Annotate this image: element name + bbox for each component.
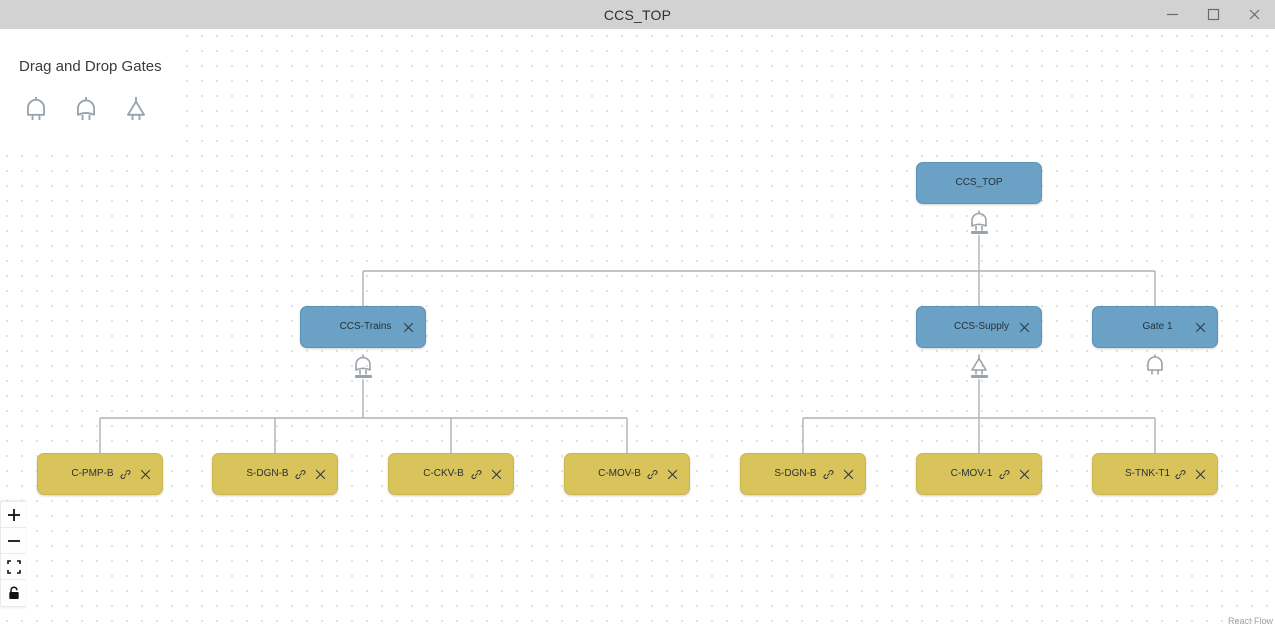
node-gate-and-gate_1[interactable]	[1142, 350, 1168, 378]
node-label: C-CKV-B	[423, 468, 464, 479]
palette-gate-and[interactable]	[18, 91, 54, 131]
node-actions	[1174, 468, 1207, 481]
node-actions	[470, 468, 503, 481]
flow-node-c_pmp_b[interactable]: C-PMP-B	[37, 453, 163, 495]
maximize-button[interactable]	[1193, 0, 1234, 29]
flow-node-ccs_supply[interactable]: CCS-Supply	[916, 306, 1042, 348]
window-controls	[1152, 0, 1275, 29]
node-label: Gate 1	[1142, 321, 1173, 332]
palette-gate-or[interactable]	[68, 91, 104, 131]
node-label: CCS-Supply	[953, 321, 1010, 332]
react-flow-attribution[interactable]: React Flow	[1228, 616, 1273, 626]
flow-node-c_ckv_b[interactable]: C-CKV-B	[388, 453, 514, 495]
node-actions	[402, 321, 415, 334]
flow-controls	[0, 501, 26, 607]
palette-gate-list	[18, 91, 154, 131]
gate-output-handle-ccs_trains[interactable]	[355, 375, 372, 378]
node-label: S-TNK-T1	[1125, 468, 1170, 479]
flow-node-c_mov_1[interactable]: C-MOV-1	[916, 453, 1042, 495]
node-actions	[1194, 321, 1207, 334]
node-actions	[294, 468, 327, 481]
fit-view-icon	[6, 559, 21, 574]
gate-palette-panel: Drag and Drop Gates	[0, 29, 186, 142]
node-gate-or-ccs_top[interactable]	[966, 206, 992, 234]
minimize-button[interactable]	[1152, 0, 1193, 29]
link-icon[interactable]	[998, 468, 1011, 481]
node-label: CCS_TOP	[955, 177, 1003, 188]
flow-node-s_tnk_t1[interactable]: S-TNK-T1	[1092, 453, 1218, 495]
lock-button[interactable]	[1, 580, 26, 606]
edges-layer	[99, 235, 1156, 453]
node-actions	[1018, 321, 1031, 334]
close-icon[interactable]	[490, 468, 503, 481]
gate-output-handle-ccs_supply[interactable]	[971, 375, 988, 378]
fit-view-button[interactable]	[1, 554, 26, 580]
close-button[interactable]	[1234, 0, 1275, 29]
flow-canvas[interactable]: CCS_TOP CCS-Trains CCS-Supply Gate 1 C-PMP-B…	[0, 29, 1275, 627]
node-actions	[119, 468, 152, 481]
link-icon[interactable]	[646, 468, 659, 481]
flow-node-ccs_trains[interactable]: CCS-Trains	[300, 306, 426, 348]
node-label: S-DGN-B	[774, 468, 817, 479]
close-icon[interactable]	[1018, 321, 1031, 334]
close-icon[interactable]	[1194, 321, 1207, 334]
node-label: C-PMP-B	[71, 468, 114, 479]
zoom-out-button[interactable]	[1, 528, 26, 554]
palette-title: Drag and Drop Gates	[19, 58, 162, 75]
close-icon[interactable]	[139, 468, 152, 481]
zoom-in-button[interactable]	[1, 502, 26, 528]
close-icon[interactable]	[314, 468, 327, 481]
link-icon[interactable]	[294, 468, 307, 481]
node-gate-vote-ccs_supply[interactable]	[966, 350, 992, 378]
flow-node-s_dgn_b_1[interactable]: S-DGN-B	[212, 453, 338, 495]
node-label: S-DGN-B	[246, 468, 289, 479]
flow-node-ccs_top[interactable]: CCS_TOP	[916, 162, 1042, 204]
close-icon[interactable]	[1018, 468, 1031, 481]
close-icon[interactable]	[1194, 468, 1207, 481]
node-label: C-MOV-1	[950, 468, 993, 479]
window-titlebar: CCS_TOP	[0, 0, 1275, 29]
link-icon[interactable]	[1174, 468, 1187, 481]
flow-node-s_dgn_b_2[interactable]: S-DGN-B	[740, 453, 866, 495]
maximize-icon	[1207, 8, 1220, 21]
and-gate-icon	[21, 95, 51, 127]
voting-gate-icon	[121, 95, 151, 127]
link-icon[interactable]	[119, 468, 132, 481]
flow-node-gate_1[interactable]: Gate 1	[1092, 306, 1218, 348]
node-gate-or-ccs_trains[interactable]	[350, 350, 376, 378]
minus-icon	[7, 539, 20, 542]
close-icon[interactable]	[666, 468, 679, 481]
link-icon[interactable]	[470, 468, 483, 481]
lock-icon	[8, 586, 19, 599]
or-gate-icon	[71, 95, 101, 127]
node-label: CCS-Trains	[339, 321, 392, 332]
plus-icon	[7, 508, 20, 521]
gate-output-handle-ccs_top[interactable]	[971, 231, 988, 234]
close-icon[interactable]	[842, 468, 855, 481]
node-label: C-MOV-B	[598, 468, 641, 479]
close-icon	[1249, 9, 1260, 20]
close-icon[interactable]	[402, 321, 415, 334]
node-actions	[646, 468, 679, 481]
palette-gate-vote[interactable]	[118, 91, 154, 131]
node-actions	[822, 468, 855, 481]
link-icon[interactable]	[822, 468, 835, 481]
flow-node-c_mov_b[interactable]: C-MOV-B	[564, 453, 690, 495]
node-actions	[998, 468, 1031, 481]
minimize-icon	[1167, 13, 1178, 16]
window-title: CCS_TOP	[603, 6, 672, 23]
